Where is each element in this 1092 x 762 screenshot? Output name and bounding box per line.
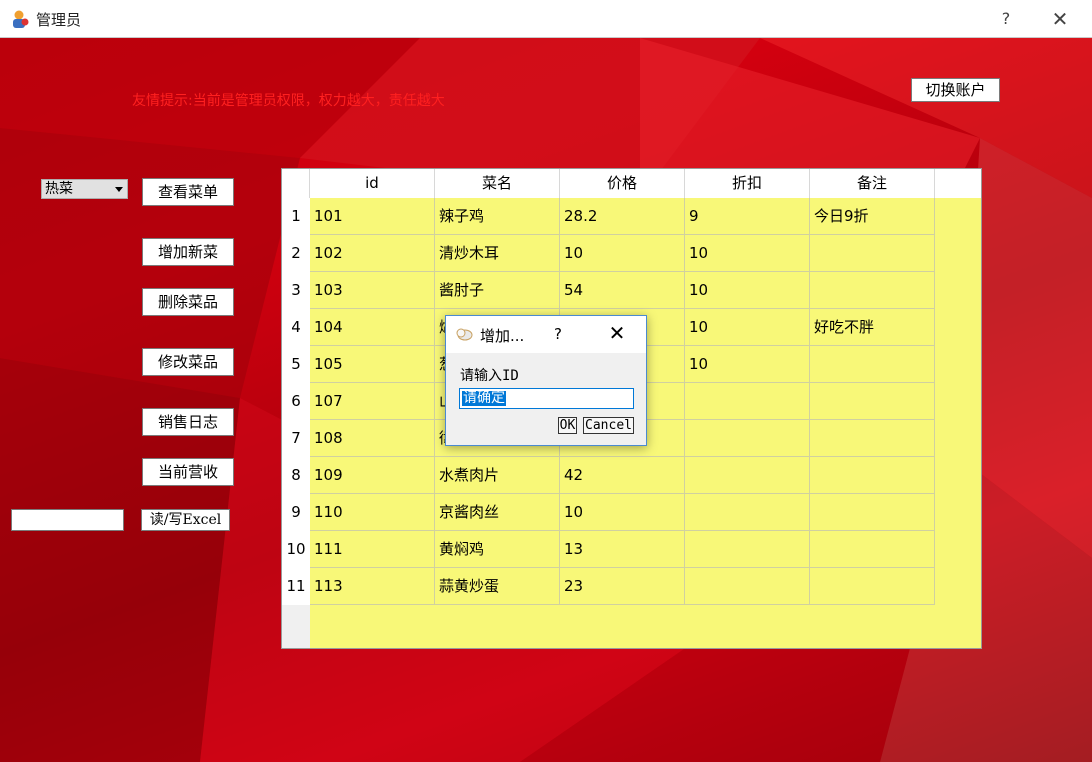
table-cell[interactable]: [685, 457, 810, 494]
table-corner[interactable]: [282, 169, 310, 198]
switch-account-button[interactable]: 切换账户: [911, 78, 1000, 102]
sales-log-button[interactable]: 销售日志: [142, 408, 234, 436]
column-header[interactable]: 菜名: [435, 169, 560, 198]
table-cell[interactable]: 10: [685, 346, 810, 383]
table-cell[interactable]: 13: [560, 531, 685, 568]
view-menu-button[interactable]: 查看菜单: [142, 178, 234, 206]
table-cell[interactable]: [810, 568, 935, 605]
id-input-value: 请确定: [462, 390, 506, 406]
table-cell[interactable]: 107: [310, 383, 435, 420]
current-revenue-button[interactable]: 当前营收: [142, 458, 234, 486]
table-cell[interactable]: 10: [560, 494, 685, 531]
table-cell[interactable]: 今日9折: [810, 198, 935, 235]
category-combo[interactable]: 热菜: [41, 179, 128, 199]
main-panel: 友情提示:当前是管理员权限，权力越大，责任越大 切换账户 热菜 查看菜单 增加新…: [0, 38, 1092, 762]
table-cell[interactable]: [685, 420, 810, 457]
dialog-close-button[interactable]: ✕: [606, 321, 628, 345]
table-cell[interactable]: 113: [310, 568, 435, 605]
row-number[interactable]: 11: [282, 568, 310, 605]
table-cell[interactable]: [810, 272, 935, 309]
help-button[interactable]: ?: [994, 4, 1018, 34]
table-cell[interactable]: [810, 457, 935, 494]
tip-text: 友情提示:当前是管理员权限，权力越大，责任越大: [132, 93, 445, 109]
table-cell[interactable]: 蒜黄炒蛋: [435, 568, 560, 605]
table-cell[interactable]: [810, 531, 935, 568]
table-cell[interactable]: 101: [310, 198, 435, 235]
dialog-titlebar: 增加... ? ✕: [446, 316, 646, 353]
table-cell[interactable]: [685, 568, 810, 605]
ok-button[interactable]: OK: [558, 417, 577, 434]
table-cell[interactable]: 辣子鸡: [435, 198, 560, 235]
table-cell[interactable]: 111: [310, 531, 435, 568]
modify-dish-button[interactable]: 修改菜品: [142, 348, 234, 376]
cancel-button[interactable]: Cancel: [583, 417, 634, 434]
table-cell[interactable]: 好吃不胖: [810, 309, 935, 346]
row-number[interactable]: 4: [282, 309, 310, 346]
row-number[interactable]: 2: [282, 235, 310, 272]
table-cell[interactable]: 104: [310, 309, 435, 346]
user-app-icon: [13, 10, 29, 28]
table-cell[interactable]: [810, 346, 935, 383]
cloud-icon: [456, 328, 473, 341]
table-cell[interactable]: 110: [310, 494, 435, 531]
table-cell[interactable]: [685, 494, 810, 531]
title-bar: 管理员 ? ✕: [0, 0, 1092, 38]
delete-dish-button[interactable]: 删除菜品: [142, 288, 234, 316]
add-dish-button[interactable]: 增加新菜: [142, 238, 234, 266]
row-number[interactable]: 8: [282, 457, 310, 494]
table-cell[interactable]: 54: [560, 272, 685, 309]
table-cell[interactable]: 清炒木耳: [435, 235, 560, 272]
table-cell[interactable]: [810, 494, 935, 531]
table-cell[interactable]: 103: [310, 272, 435, 309]
table-cell[interactable]: 酱肘子: [435, 272, 560, 309]
table-cell[interactable]: 23: [560, 568, 685, 605]
table-cell[interactable]: 28.2: [560, 198, 685, 235]
table-cell[interactable]: 9: [685, 198, 810, 235]
table-cell[interactable]: [810, 383, 935, 420]
excel-path-input[interactable]: [11, 509, 124, 531]
row-number[interactable]: 10: [282, 531, 310, 568]
table-cell[interactable]: [810, 235, 935, 272]
table-cell[interactable]: [685, 383, 810, 420]
row-number[interactable]: 1: [282, 198, 310, 235]
table-cell[interactable]: 42: [560, 457, 685, 494]
table-cell[interactable]: 京酱肉丝: [435, 494, 560, 531]
table-cell[interactable]: [810, 420, 935, 457]
column-header[interactable]: 价格: [560, 169, 685, 198]
column-header[interactable]: id: [310, 169, 435, 198]
table-cell[interactable]: 10: [560, 235, 685, 272]
row-number[interactable]: 9: [282, 494, 310, 531]
row-number[interactable]: 3: [282, 272, 310, 309]
table-cell[interactable]: [685, 531, 810, 568]
table-header: id 菜名 价格 折扣 备注: [282, 169, 981, 198]
table-cell[interactable]: 10: [685, 309, 810, 346]
dialog-prompt: 请输入ID: [460, 368, 519, 384]
table-cell[interactable]: 108: [310, 420, 435, 457]
table-cell[interactable]: 109: [310, 457, 435, 494]
category-combo-value: 热菜: [45, 181, 73, 197]
row-number[interactable]: 5: [282, 346, 310, 383]
row-number[interactable]: 6: [282, 383, 310, 420]
table-cell[interactable]: 105: [310, 346, 435, 383]
add-dish-dialog: 增加... ? ✕ 请输入ID 请确定 OK Cancel: [445, 315, 647, 446]
dialog-title: 增加...: [480, 327, 525, 345]
table-cell[interactable]: 102: [310, 235, 435, 272]
id-input[interactable]: 请确定: [459, 388, 634, 409]
table-cell[interactable]: 10: [685, 235, 810, 272]
close-button[interactable]: ✕: [1044, 4, 1076, 34]
table-cell[interactable]: 水煮肉片: [435, 457, 560, 494]
row-number[interactable]: 7: [282, 420, 310, 457]
column-header[interactable]: 备注: [810, 169, 935, 198]
table-cell[interactable]: 10: [685, 272, 810, 309]
dialog-help-button[interactable]: ?: [554, 325, 562, 343]
table-cell[interactable]: 黄焖鸡: [435, 531, 560, 568]
window-title: 管理员: [36, 11, 82, 29]
chevron-down-icon: [115, 187, 123, 192]
excel-button[interactable]: 读/写Excel: [141, 509, 230, 531]
column-header[interactable]: 折扣: [685, 169, 810, 198]
